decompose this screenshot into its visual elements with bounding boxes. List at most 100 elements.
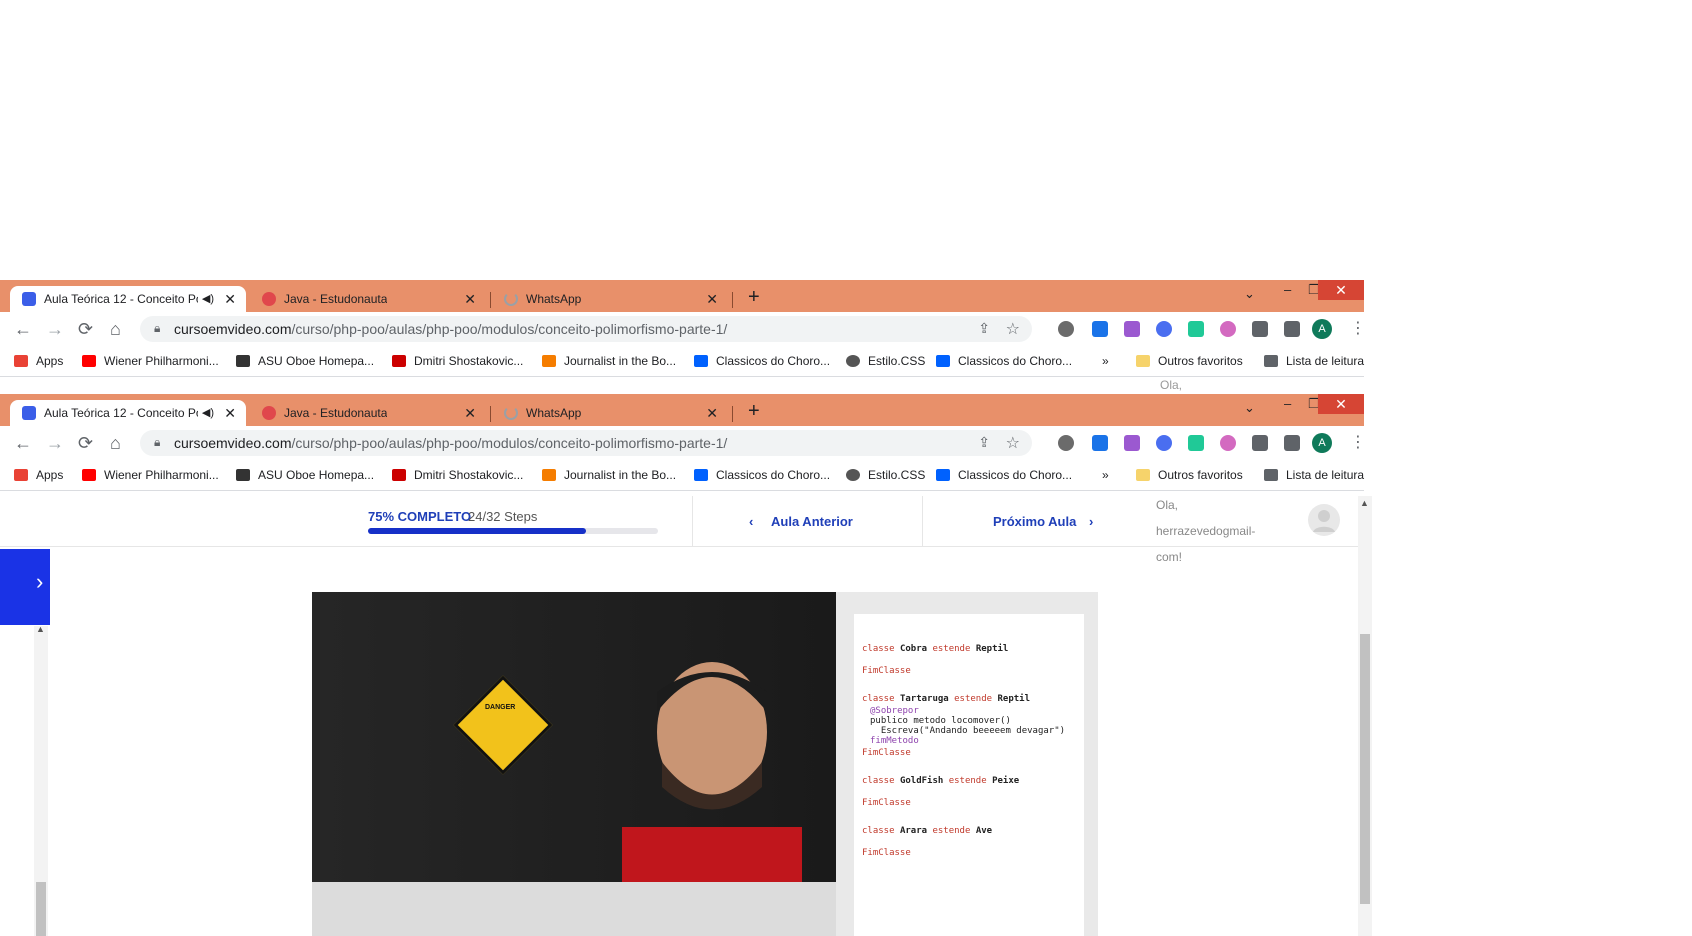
tab-search-button[interactable]: ⌄ [1244,286,1255,302]
bookmark-estilo-css[interactable]: Estilo.CSS [846,468,925,482]
home-button[interactable]: ⌂ [110,433,121,454]
share-icon[interactable]: ⇪ [978,434,990,451]
previous-lesson-button[interactable]: ‹ Aula Anterior [692,496,923,546]
sidebar-scrollbar[interactable]: ▲ [34,624,48,936]
bookmark-shostakovich[interactable]: Dmitri Shostakovic... [392,354,523,368]
minimize-button[interactable]: – [1284,282,1291,297]
progress-percent-label: 75% COMPLETO [368,509,472,524]
close-window-button[interactable]: ✕ [1318,280,1364,300]
bookmark-star-icon[interactable]: ☆ [1006,433,1020,453]
close-tab-icon[interactable]: ✕ [464,405,476,422]
extension-figure-icon[interactable] [1188,321,1204,337]
menu-kebab-icon[interactable]: ⋮ [1350,432,1366,452]
speaker-icon[interactable]: ◀) [202,292,214,305]
menu-kebab-icon[interactable]: ⋮ [1350,318,1366,338]
extension-broadcast-icon[interactable] [1220,435,1236,451]
bookmark-asu[interactable]: ASU Oboe Homepa... [236,468,374,482]
extension-search-icon[interactable] [1156,321,1172,337]
lock-icon[interactable]: 🔒︎ [154,321,160,336]
sidebar-toggle-button[interactable]: › [0,549,50,625]
asu-icon [236,355,250,367]
bookmark-choro-1[interactable]: Classicos do Choro... [694,468,830,482]
bookmark-other-folder[interactable]: Outros favoritos [1136,468,1243,482]
bookmark-choro-1[interactable]: Classicos do Choro... [694,354,830,368]
extension-pen-icon[interactable] [1124,321,1140,337]
bookmark-wiener[interactable]: Wiener Philharmoni... [82,468,219,482]
back-button[interactable]: ← [14,319,32,340]
bookmark-apps[interactable]: Apps [14,354,63,368]
address-bar[interactable]: 🔒︎ cursoemvideo.com/curso/php-poo/aulas/… [140,316,1032,342]
tab-java-estudonauta[interactable]: Java - Estudonauta ✕ [250,400,486,426]
url-domain: cursoemvideo.com [174,435,292,451]
bookmark-other-folder[interactable]: Outros favoritos [1136,354,1243,368]
profile-avatar[interactable]: A [1312,319,1332,339]
scrollbar-thumb[interactable] [1360,634,1370,904]
bookmark-wiener[interactable]: Wiener Philharmoni... [82,354,219,368]
bookmark-shostakovich[interactable]: Dmitri Shostakovic... [392,468,523,482]
extension-eyedropper-icon[interactable] [1092,435,1108,451]
profile-avatar[interactable]: A [1312,433,1332,453]
extension-settings-icon[interactable] [1058,321,1074,337]
speaker-icon[interactable]: ◀) [202,406,214,419]
lock-icon[interactable]: 🔒︎ [154,435,160,450]
next-lesson-label: Próximo Aula [993,514,1077,529]
extension-figure-icon[interactable] [1188,435,1204,451]
close-window-button[interactable]: ✕ [1318,394,1364,414]
tab-whatsapp[interactable]: WhatsApp ✕ [492,400,728,426]
reload-button[interactable]: ⟳ [78,319,93,340]
close-tab-icon[interactable]: ✕ [706,291,718,308]
media-queue-icon[interactable] [1284,435,1300,451]
extension-search-icon[interactable] [1156,435,1172,451]
bookmark-star-icon[interactable]: ☆ [1006,319,1020,339]
extensions-puzzle-icon[interactable] [1252,435,1268,451]
reading-list-icon [1264,469,1278,481]
reload-button[interactable]: ⟳ [78,433,93,454]
extension-settings-icon[interactable] [1058,435,1074,451]
bookmarks-overflow-button[interactable]: » [1102,354,1109,368]
minimize-button[interactable]: – [1284,396,1291,411]
extension-broadcast-icon[interactable] [1220,321,1236,337]
lesson-video-player[interactable]: DANGER classe Cobra estende Reptil FimCla… [312,592,1098,936]
blogger-icon [542,355,556,367]
reading-list[interactable]: Lista de leitura [1264,354,1364,368]
reading-list[interactable]: Lista de leitura [1264,468,1364,482]
media-queue-icon[interactable] [1284,321,1300,337]
tab-aula-teorica[interactable]: Aula Teórica 12 - Conceito Po ◀) ✕ [10,400,246,426]
greeting-username: herrazevedogmail- [1156,524,1256,538]
bookmark-asu[interactable]: ASU Oboe Homepa... [236,354,374,368]
scroll-up-arrow-icon[interactable]: ▲ [1360,498,1369,508]
bookmark-choro-2[interactable]: Classicos do Choro... [936,354,1072,368]
bookmark-apps[interactable]: Apps [14,468,63,482]
scroll-up-arrow-icon[interactable]: ▲ [36,624,45,634]
bookmark-choro-2[interactable]: Classicos do Choro... [936,468,1072,482]
new-tab-button[interactable]: + [748,400,760,423]
close-tab-icon[interactable]: ✕ [224,291,236,308]
address-bar[interactable]: 🔒︎ cursoemvideo.com/curso/php-poo/aulas/… [140,430,1032,456]
tab-search-button[interactable]: ⌄ [1244,400,1255,416]
close-tab-icon[interactable]: ✕ [224,405,236,422]
share-icon[interactable]: ⇪ [978,320,990,337]
bookmark-journalist[interactable]: Journalist in the Bo... [542,468,676,482]
code-line: FimClasse [862,666,911,676]
bookmark-journalist[interactable]: Journalist in the Bo... [542,354,676,368]
next-lesson-button[interactable]: Próximo Aula › [922,496,1155,546]
new-tab-button[interactable]: + [748,286,760,309]
forward-button[interactable]: → [46,319,64,340]
extension-pen-icon[interactable] [1124,435,1140,451]
extension-eyedropper-icon[interactable] [1092,321,1108,337]
forward-button[interactable]: → [46,433,64,454]
tab-java-estudonauta[interactable]: Java - Estudonauta ✕ [250,286,486,312]
home-button[interactable]: ⌂ [110,319,121,340]
bookmark-estilo-css[interactable]: Estilo.CSS [846,354,925,368]
extensions-puzzle-icon[interactable] [1252,321,1268,337]
tab-whatsapp[interactable]: WhatsApp ✕ [492,286,728,312]
bookmarks-overflow-button[interactable]: » [1102,468,1109,482]
tab-aula-teorica[interactable]: Aula Teórica 12 - Conceito Po ◀) ✕ [10,286,246,312]
code-line: FimClasse [862,848,911,858]
scrollbar-thumb[interactable] [36,882,46,936]
page-scrollbar[interactable]: ▲ [1358,496,1372,936]
back-button[interactable]: ← [14,433,32,454]
close-tab-icon[interactable]: ✕ [706,405,718,422]
user-avatar-icon[interactable] [1308,504,1340,536]
close-tab-icon[interactable]: ✕ [464,291,476,308]
